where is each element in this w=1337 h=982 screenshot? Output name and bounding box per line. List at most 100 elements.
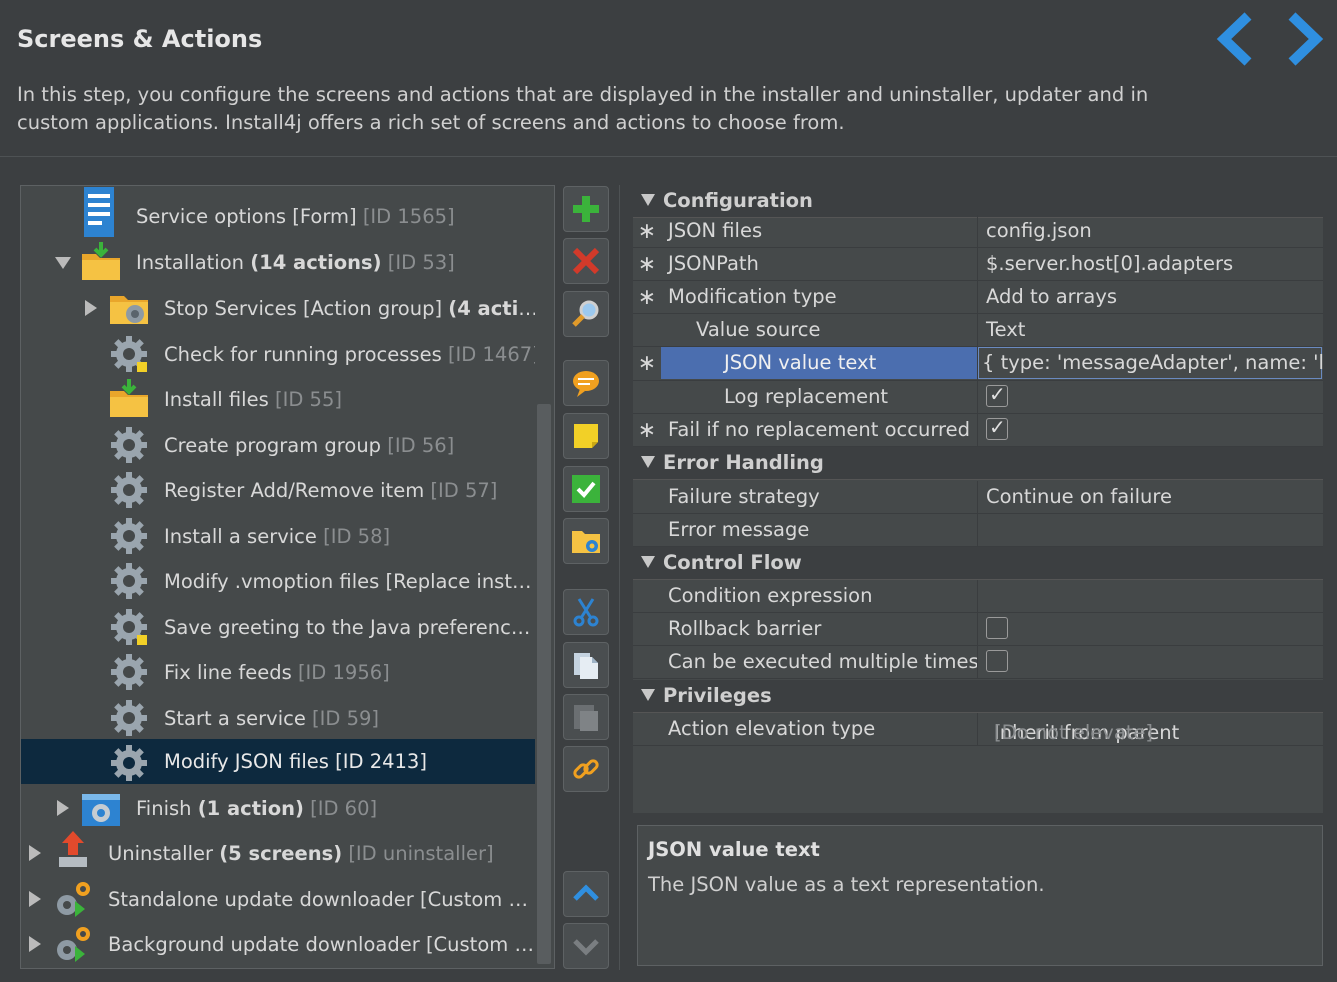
prop-rollback-barrier[interactable]: Rollback barrier <box>633 613 1323 646</box>
expanded-arrow-icon[interactable] <box>641 689 655 701</box>
expanded-arrow-icon[interactable] <box>641 194 655 206</box>
help-text: The JSON value as a text representation. <box>648 873 1045 896</box>
tree-item-standalone-updater[interactable]: Standalone update downloader [Custom app… <box>21 877 536 922</box>
prop-error-message[interactable]: Error message <box>633 514 1323 547</box>
prop-value[interactable]: Continue on failure <box>977 481 1323 513</box>
section-configuration[interactable]: Configuration <box>633 185 1323 218</box>
help-title: JSON value text <box>648 838 820 861</box>
panel-divider[interactable] <box>619 185 620 970</box>
action-gear-icon <box>111 609 147 645</box>
property-sheet[interactable]: Configuration ∗ JSON files config.json ∗… <box>633 185 1323 813</box>
paste-icon <box>574 705 598 731</box>
prop-value[interactable] <box>977 514 1323 546</box>
prop-action-elevation-type[interactable]: Action elevation type Inherit from paren… <box>633 713 1323 746</box>
prop-value[interactable] <box>977 414 1323 446</box>
prop-name: Failure strategy <box>668 485 820 508</box>
collapsed-arrow-icon[interactable] <box>85 300 97 316</box>
expanded-arrow-icon[interactable] <box>641 456 655 468</box>
back-button[interactable] <box>1204 8 1268 70</box>
tree-item-installation[interactable]: Installation (14 actions) [ID 53] <box>21 240 535 285</box>
prop-json-value-text[interactable]: ∗ JSON value text { type: 'messageAdapte… <box>633 347 1323 381</box>
tree-item-install-files[interactable]: Install files [ID 55] <box>21 377 535 422</box>
uninstaller-icon <box>59 831 87 867</box>
prop-value[interactable]: Add to arrays <box>977 281 1323 313</box>
tree-item-install-service[interactable]: Install a service [ID 58] <box>21 514 535 559</box>
collapsed-arrow-icon[interactable] <box>29 845 41 861</box>
prop-value[interactable] <box>977 580 1323 612</box>
prop-value[interactable]: Inherit from parent [Do not elevate] <box>977 713 1323 745</box>
header: Screens & Actions In this step, you conf… <box>0 0 1337 157</box>
tree-item-save-greeting[interactable]: Save greeting to the Java preference st.… <box>21 605 536 650</box>
tree-item-label: Create program group <box>164 434 382 457</box>
multiple-executions-checkbox[interactable] <box>986 650 1008 672</box>
prop-fail-if-no-replacement[interactable]: ∗ Fail if no replacement occurred <box>633 414 1323 447</box>
comment-button[interactable] <box>563 360 609 406</box>
screens-actions-tree[interactable]: Service options [Form] [ID 1565] Install… <box>20 185 555 969</box>
link-button[interactable] <box>563 746 609 792</box>
search-button[interactable] <box>563 291 609 337</box>
section-control-flow[interactable]: Control Flow <box>633 547 1323 580</box>
move-down-button[interactable] <box>563 923 609 969</box>
prop-failure-strategy[interactable]: Failure strategy Continue on failure <box>633 481 1323 514</box>
delete-button[interactable] <box>563 238 609 284</box>
tree-item-create-program-group[interactable]: Create program group [ID 56] <box>21 423 535 468</box>
prop-json-files[interactable]: ∗ JSON files config.json <box>633 215 1323 248</box>
forward-button[interactable] <box>1272 8 1336 70</box>
expanded-arrow-icon[interactable] <box>55 257 71 269</box>
prop-name: JSON value text <box>724 351 877 374</box>
page-description: In this step, you configure the screens … <box>17 83 1149 134</box>
comment-icon <box>573 371 599 397</box>
prop-value[interactable] <box>977 613 1323 645</box>
expanded-arrow-icon[interactable] <box>641 556 655 568</box>
tree-item-start-service[interactable]: Start a service [ID 59] <box>21 696 535 741</box>
prop-modification-type[interactable]: ∗ Modification type Add to arrays <box>633 281 1323 314</box>
copy-button[interactable] <box>563 642 609 688</box>
move-up-icon <box>573 884 599 901</box>
tree-item-modify-json-files[interactable]: Modify JSON files [ID 2413] <box>21 739 535 784</box>
tree-item-uninstaller[interactable]: Uninstaller (5 screens) [ID uninstaller] <box>21 831 535 876</box>
tree-item-stop-services[interactable]: Stop Services [Action group] (4 action..… <box>21 286 539 331</box>
collapsed-arrow-icon[interactable] <box>29 936 41 952</box>
log-replacement-checkbox[interactable] <box>986 382 1008 407</box>
fail-if-no-replacement-checkbox[interactable] <box>986 415 1008 440</box>
section-privileges[interactable]: Privileges <box>633 680 1323 713</box>
collapsed-arrow-icon[interactable] <box>29 891 41 907</box>
note-button[interactable] <box>563 413 609 459</box>
paste-button[interactable] <box>563 694 609 740</box>
tree-item-register-add-remove[interactable]: Register Add/Remove item [ID 57] <box>21 468 535 513</box>
prop-value-source[interactable]: Value source Text <box>633 314 1323 347</box>
section-title: Configuration <box>663 189 813 212</box>
prop-value[interactable]: config.json <box>977 215 1323 247</box>
note-icon <box>574 424 598 448</box>
check-button[interactable] <box>563 466 609 512</box>
prop-name: JSONPath <box>668 252 759 275</box>
collapsed-arrow-icon[interactable] <box>57 800 69 816</box>
prop-multiple-executions[interactable]: Can be executed multiple times <box>633 646 1323 679</box>
tree-item-label: Install a service <box>164 525 317 548</box>
tree-item-id: [ID 56] <box>387 434 455 457</box>
tree-item-service-options[interactable]: Service options [Form] [ID 1565] <box>21 187 535 239</box>
add-button[interactable] <box>563 186 609 232</box>
prop-value[interactable]: $.server.host[0].adapters <box>977 248 1323 280</box>
tree-item-finish[interactable]: Finish (1 action) [ID 60] <box>21 786 535 831</box>
prop-condition-expression[interactable]: Condition expression <box>633 580 1323 613</box>
tree-item-modify-vmoption[interactable]: Modify .vmoption files [Replace install.… <box>21 559 535 604</box>
move-up-button[interactable] <box>563 871 609 917</box>
folder-action-button[interactable] <box>563 518 609 564</box>
chevron-right-icon <box>1288 12 1324 66</box>
prop-jsonpath[interactable]: ∗ JSONPath $.server.host[0].adapters <box>633 248 1323 281</box>
rollback-barrier-checkbox[interactable] <box>986 617 1008 639</box>
section-error-handling[interactable]: Error Handling <box>633 447 1323 480</box>
json-value-text-input[interactable]: { type: 'messageAdapter', name: 'log' } <box>977 347 1323 380</box>
required-marker: ∗ <box>637 219 657 244</box>
tree-item-fix-line-feeds[interactable]: Fix line feeds [ID 1956] <box>21 650 535 695</box>
prop-value[interactable]: Text <box>977 314 1323 346</box>
tree-scrollbar-thumb[interactable] <box>537 404 551 964</box>
prop-log-replacement[interactable]: Log replacement <box>633 381 1323 414</box>
prop-value[interactable] <box>977 381 1323 413</box>
tree-item-check-processes[interactable]: Check for running processes [ID 1467] <box>21 332 540 377</box>
custom-app-icon <box>57 927 90 962</box>
tree-item-background-updater[interactable]: Background update downloader [Custom ap.… <box>21 922 536 967</box>
prop-value[interactable] <box>977 646 1323 678</box>
cut-button[interactable] <box>563 589 609 635</box>
